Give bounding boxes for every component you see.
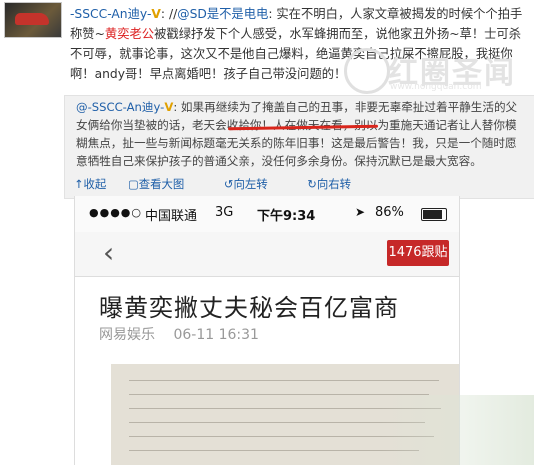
battery-percent: 86% [375, 205, 404, 220]
article-datetime: 06-11 16:31 [173, 327, 259, 343]
post-segment-a: : // [160, 7, 178, 21]
article-source: 网易娱乐 [99, 327, 155, 343]
highlight-link[interactable]: 黄奕老公 [105, 27, 154, 41]
article-headline: 曝黄奕撇丈夫秘会百亿富商 [99, 294, 399, 322]
view-large-link[interactable]: ▢查看大图 [128, 177, 202, 191]
signal-icon: ●●●●○ [89, 206, 142, 219]
watermark-sub: www.hongquan.com [390, 82, 482, 92]
article-meta: 网易娱乐 06-11 16:31 [99, 324, 259, 344]
corner-blur [380, 395, 534, 465]
rotate-right-label: 向右转 [316, 177, 352, 191]
carrier-label: 中国联通 [145, 209, 198, 224]
comment-count-badge[interactable]: 1476跟贴 [387, 240, 449, 266]
phone-status-bar: ●●●●○ 中国联通 3G 下午9:34 ➤ 86% [75, 196, 459, 233]
quoted-author-link[interactable]: @-SSCC-An迪y- [76, 100, 164, 114]
quoted-verified-badge: V [164, 100, 174, 114]
post-author-link[interactable]: -SSCC-An迪y- [70, 7, 151, 21]
view-large-label: 查看大图 [138, 177, 185, 191]
mention-link[interactable]: @SD是不是电电 [177, 7, 268, 21]
verified-badge: V [151, 7, 161, 21]
back-arrow-icon[interactable]: ‹ [103, 236, 114, 269]
phone-time: 下午9:34 [257, 209, 316, 224]
author-avatar[interactable] [4, 2, 62, 38]
battery-icon [421, 208, 447, 221]
rotate-left-link[interactable]: ↺向左转 [224, 177, 286, 191]
collapse-link[interactable]: ↑收起 [74, 177, 106, 191]
phone-nav-bar: ‹ 1476跟贴 [75, 232, 459, 277]
rotate-right-link[interactable]: ↻向右转 [307, 177, 369, 191]
quoted-post-text: @-SSCC-An迪y-V: 如果再继续为了掩盖自己的丑事，非要无辜牵扯过着平静… [76, 98, 528, 170]
location-arrow-icon: ➤ [355, 205, 366, 219]
network-label: 3G [215, 205, 234, 220]
watermark-logo-icon [344, 48, 390, 94]
image-actions-bar: ↑收起 ▢查看大图 ↺向左转 ↻向右转 [74, 176, 387, 192]
rotate-left-label: 向左转 [233, 177, 268, 191]
